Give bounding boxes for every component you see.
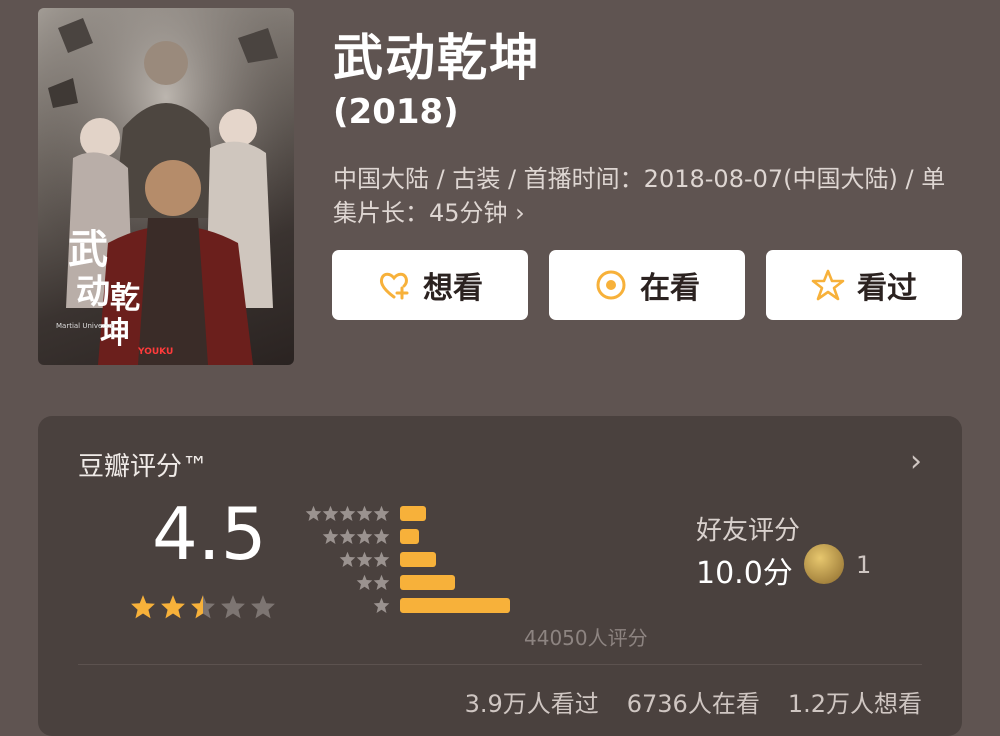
movie-meta[interactable]: 中国大陆 / 古装 / 首播时间：2018-08-07(中国大陆) / 单集片长…: [333, 162, 953, 230]
rating-count: 44050人评分: [524, 626, 648, 650]
divider: [78, 664, 922, 665]
rating-star-icon: [161, 595, 185, 619]
movie-year: (2018): [333, 92, 459, 132]
distribution-stars: [300, 574, 390, 591]
want-to-watch-button[interactable]: 想看: [332, 250, 528, 320]
distribution-bar: [400, 529, 419, 544]
rating-distribution: [300, 502, 510, 617]
svg-text:动: 动: [76, 272, 110, 312]
small-star-icon: [356, 505, 373, 521]
rating-card: 豆瓣评分™ › 4.5 44050人评分 好友评分 10.0分 1 3.9万人看…: [38, 416, 962, 736]
small-star-icon: [373, 574, 390, 590]
svg-text:Martial Universe: Martial Universe: [56, 322, 113, 330]
small-star-icon: [373, 551, 390, 567]
distribution-bar: [400, 575, 455, 590]
distribution-row: [300, 571, 510, 594]
small-star-icon: [339, 505, 356, 521]
want-count[interactable]: 1.2万人想看: [788, 684, 922, 719]
rating-star-icon: [191, 595, 215, 619]
distribution-stars: [300, 551, 390, 568]
watched-count[interactable]: 3.9万人看过: [465, 684, 599, 719]
distribution-bar: [400, 506, 426, 521]
star-outline-icon: [811, 268, 845, 302]
svg-text:武: 武: [68, 226, 108, 273]
small-star-icon: [373, 528, 390, 544]
small-star-icon: [339, 528, 356, 544]
small-star-icon: [373, 597, 390, 613]
rating-star-icon: [221, 595, 245, 619]
watching-button[interactable]: 在看: [549, 250, 745, 320]
small-star-icon: [339, 551, 356, 567]
friend-rating-count: 1: [856, 551, 872, 579]
distribution-stars: [300, 597, 390, 614]
heart-plus-icon: [377, 268, 411, 302]
svg-text:YOUKU: YOUKU: [137, 347, 173, 357]
rating-star-icon: [131, 595, 155, 619]
watching-count[interactable]: 6736人在看: [627, 684, 760, 719]
small-star-icon: [356, 528, 373, 544]
audience-stats: 3.9万人看过 6736人在看 1.2万人想看: [465, 684, 922, 719]
small-star-icon: [356, 551, 373, 567]
small-star-icon: [373, 505, 390, 521]
distribution-row: [300, 525, 510, 548]
poster-image[interactable]: 武 动 乾 坤 Martial Universe YOUKU: [38, 8, 294, 365]
distribution-stars: [300, 505, 390, 522]
distribution-row: [300, 594, 510, 617]
distribution-stars: [300, 528, 390, 545]
small-star-icon: [356, 574, 373, 590]
poster-art: 武 动 乾 坤 Martial Universe YOUKU: [38, 8, 294, 365]
small-star-icon: [322, 528, 339, 544]
friend-rating-label: 好友评分: [696, 516, 801, 546]
watching-label: 在看: [640, 271, 700, 306]
watched-label: 看过: [857, 271, 917, 306]
small-star-icon: [305, 505, 322, 521]
watched-button[interactable]: 看过: [766, 250, 962, 320]
friend-rating-score: 10.0分: [696, 556, 793, 591]
chevron-right-icon[interactable]: ›: [910, 444, 922, 479]
want-to-watch-label: 想看: [423, 271, 483, 306]
distribution-row: [300, 548, 510, 571]
rating-score: 4.5: [152, 492, 267, 576]
distribution-bar: [400, 598, 510, 613]
small-star-icon: [322, 505, 339, 521]
movie-title: 武动乾坤: [333, 29, 541, 87]
circle-dot-icon: [594, 268, 628, 302]
distribution-row: [300, 502, 510, 525]
svg-text:乾: 乾: [110, 281, 140, 316]
distribution-bar: [400, 552, 436, 567]
friend-avatar[interactable]: [804, 544, 844, 584]
rating-star-icon: [251, 595, 275, 619]
rating-title: 豆瓣评分™: [78, 452, 209, 482]
rating-stars: [130, 594, 280, 620]
